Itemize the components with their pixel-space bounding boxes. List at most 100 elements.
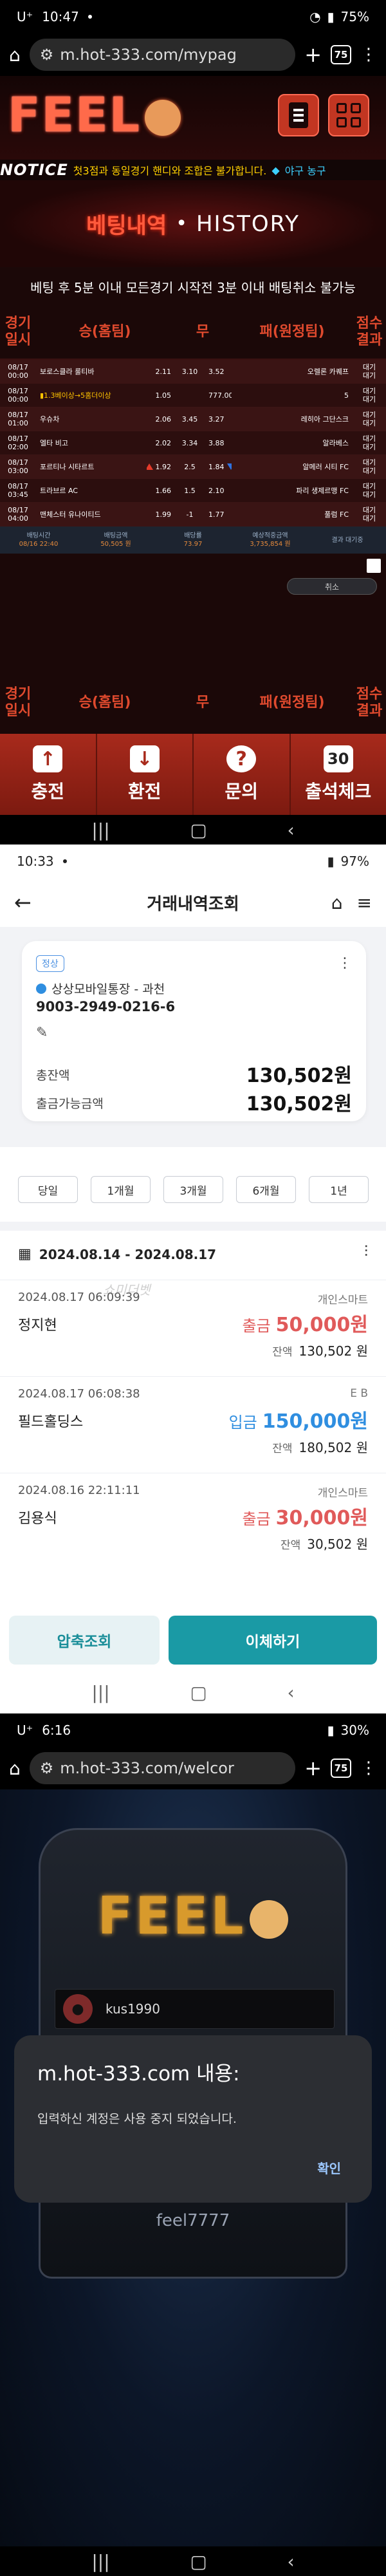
row-home-team[interactable]: 포르티나 시타르트 bbox=[36, 455, 147, 478]
row-home-odds: 2.02 bbox=[155, 438, 172, 447]
dialog-ok-button[interactable]: 확인 bbox=[317, 2158, 341, 2177]
period-button[interactable]: 3개월 bbox=[163, 1176, 223, 1203]
home-icon[interactable]: ⌂ bbox=[9, 44, 21, 66]
select-checkbox[interactable] bbox=[367, 559, 381, 573]
nav-attendance[interactable]: 30 출석체크 bbox=[291, 734, 386, 815]
transaction-row[interactable]: 2024.08.17 06:08:38 E B 필드홀딩스 입금 150,000원 잔액 1… bbox=[0, 1376, 386, 1473]
grid-icon bbox=[336, 103, 361, 127]
period-button[interactable]: 1년 bbox=[309, 1176, 369, 1203]
date-range-text: 2024.08.14 - 2024.08.17 bbox=[39, 1246, 217, 1262]
battery-label: 30% bbox=[340, 1722, 369, 1738]
edit-pencil-icon[interactable]: ✎ bbox=[36, 1025, 48, 1041]
row-date: 08/17 04:00 bbox=[8, 505, 28, 523]
more-menu-icon[interactable]: ⋮ bbox=[360, 45, 377, 64]
nav-inquiry[interactable]: ? 문의 bbox=[194, 734, 291, 815]
notice-label: NOTICE bbox=[0, 161, 68, 179]
row-date: 08/17 00:00 bbox=[8, 362, 28, 380]
row-result: 대기 대기 bbox=[362, 410, 376, 427]
site-settings-icon[interactable]: ⚙ bbox=[40, 46, 54, 64]
row-home-team[interactable]: 보로스클라 룰티바 bbox=[36, 360, 147, 383]
carrier-label: U⁺ bbox=[17, 9, 33, 24]
home-button-icon[interactable]: ▢ bbox=[190, 1682, 207, 1703]
row-home-team[interactable]: 우슈차 bbox=[36, 407, 147, 431]
back-arrow-icon[interactable]: ← bbox=[14, 890, 32, 915]
tx-amount: 출금 50,000원 bbox=[242, 1314, 368, 1336]
transaction-row[interactable]: 2024.08.17 06:09:39 개인스마트 정지현 출금 50,000원 잔액 13… bbox=[0, 1280, 386, 1376]
tab-count-button[interactable]: 75 bbox=[331, 1759, 351, 1778]
battery-label: 97% bbox=[340, 854, 369, 869]
row-away-team[interactable]: 파리 생제르맹 FC bbox=[232, 479, 353, 502]
new-tab-icon[interactable]: + bbox=[304, 1756, 322, 1780]
home-button-icon[interactable]: ▢ bbox=[190, 819, 207, 841]
back-icon[interactable]: ‹ bbox=[287, 1682, 294, 1703]
site-logo[interactable]: FEEL bbox=[8, 88, 181, 143]
back-icon[interactable]: ‹ bbox=[287, 2551, 294, 2572]
row-away-team[interactable]: 풀럼 FC bbox=[232, 503, 353, 526]
row-away-team[interactable]: 오렐론 카퀘프 bbox=[232, 360, 353, 383]
date-range[interactable]: ▦ 2024.08.14 - 2024.08.17 bbox=[18, 1246, 216, 1262]
url-field[interactable]: ⚙ m.hot-333.com/welcor bbox=[29, 1752, 296, 1784]
menu-grid-button[interactable] bbox=[328, 94, 369, 136]
home-icon[interactable]: ⌂ bbox=[9, 1758, 21, 1779]
mypage-button[interactable] bbox=[278, 94, 319, 136]
status-time: 10:47 bbox=[42, 9, 79, 24]
site-settings-icon[interactable]: ⚙ bbox=[40, 1759, 54, 1777]
row-result: 대기 대기 bbox=[362, 505, 376, 523]
filter-search-button[interactable]: 압축조회 bbox=[9, 1616, 160, 1665]
row-home-team[interactable]: ▮1.3베이상→5홈더이상 bbox=[36, 384, 147, 407]
mask-logo-icon bbox=[144, 100, 181, 136]
recent-apps-icon[interactable]: ||| bbox=[91, 2551, 109, 2572]
notice-diamond-icon: ◆ bbox=[271, 163, 280, 176]
browser-bar: ⌂ ⚙ m.hot-333.com/welcor + 75 ⋮ bbox=[0, 1747, 386, 1789]
row-draw bbox=[174, 384, 206, 407]
row-draw: 2.5 bbox=[184, 462, 196, 471]
battery-label: 75% bbox=[340, 9, 369, 24]
row-home-team[interactable]: 엘타 비고 bbox=[36, 431, 147, 454]
period-button[interactable]: 1개월 bbox=[91, 1176, 151, 1203]
home-icon[interactable]: ⌂ bbox=[331, 892, 343, 913]
mask-logo-icon bbox=[250, 1900, 289, 1939]
row-result: 대기 대기 bbox=[362, 458, 376, 475]
row-away-team[interactable]: 알메러 시티 FC bbox=[232, 455, 353, 478]
header-home-2: 승(홈팀) bbox=[78, 694, 131, 711]
notice-tail: 야구 농구 bbox=[284, 165, 326, 177]
browser-bar: ⌂ ⚙ m.hot-333.com/mypag + 75 ⋮ bbox=[0, 33, 386, 76]
recent-apps-icon[interactable]: ||| bbox=[91, 819, 109, 841]
url-field[interactable]: ⚙ m.hot-333.com/mypag bbox=[29, 39, 296, 71]
nav-charge[interactable]: ↑ 충전 bbox=[0, 734, 97, 815]
period-button[interactable]: 당일 bbox=[18, 1176, 78, 1203]
back-icon[interactable]: ‹ bbox=[287, 819, 294, 841]
username-field[interactable]: ● kus1990 bbox=[55, 1989, 335, 2029]
total-balance-label: 총잔액 bbox=[36, 1069, 70, 1083]
new-tab-icon[interactable]: + bbox=[304, 42, 322, 67]
status-bar: U⁺ 6:16 ▮ 30% bbox=[0, 1713, 386, 1747]
row-draw: 3.34 bbox=[181, 438, 198, 447]
more-menu-icon[interactable]: ⋮ bbox=[360, 1759, 377, 1778]
row-home-team[interactable]: 트라브르 AC bbox=[36, 479, 147, 502]
row-away-odds: 1.77 bbox=[208, 510, 225, 519]
tx-name: 정지현 bbox=[18, 1318, 57, 1334]
cancel-button[interactable]: 취소 bbox=[287, 578, 377, 595]
more-options-icon[interactable]: ⋮ bbox=[338, 955, 352, 971]
recent-apps-icon[interactable]: ||| bbox=[91, 1682, 109, 1703]
row-away-team[interactable]: 알라베스 bbox=[232, 431, 353, 454]
transaction-row[interactable]: 2024.08.16 22:11:11 개인스마트 김용식 출금 30,000원 잔액 30… bbox=[0, 1473, 386, 1569]
home-button-icon[interactable]: ▢ bbox=[190, 2551, 207, 2572]
row-away-team[interactable]: 5 bbox=[232, 384, 353, 407]
row-away-team[interactable]: 레히아 그단스크 bbox=[232, 407, 353, 431]
transfer-button[interactable]: 이체하기 bbox=[169, 1616, 377, 1665]
user-icon: ● bbox=[63, 1994, 93, 2024]
hamburger-menu-icon[interactable]: ≡ bbox=[357, 892, 372, 913]
tx-balance: 잔액 30,502 원 bbox=[280, 1536, 368, 1552]
row-draw: 3.45 bbox=[181, 415, 198, 424]
table-row: 08/17 03:45 트라브르 AC 1.66 1.5 2.10 파리 생제르맹 FC 대기… bbox=[0, 479, 386, 503]
period-button[interactable]: 6개월 bbox=[236, 1176, 296, 1203]
tab-count-button[interactable]: 75 bbox=[331, 45, 351, 64]
filter-sliders-icon[interactable]: ⫶ bbox=[364, 1242, 368, 1260]
cancel-area: 취소 bbox=[0, 554, 386, 596]
app-header: ← 거래내역조회 ⌂ ≡ bbox=[0, 878, 386, 927]
nav-exchange[interactable]: ↓ 환전 bbox=[97, 734, 194, 815]
status-chip: 정상 bbox=[36, 955, 64, 972]
row-home-team[interactable]: 맨체스터 유나이티드 bbox=[36, 503, 147, 526]
url-text: m.hot-333.com/mypag bbox=[60, 46, 237, 64]
